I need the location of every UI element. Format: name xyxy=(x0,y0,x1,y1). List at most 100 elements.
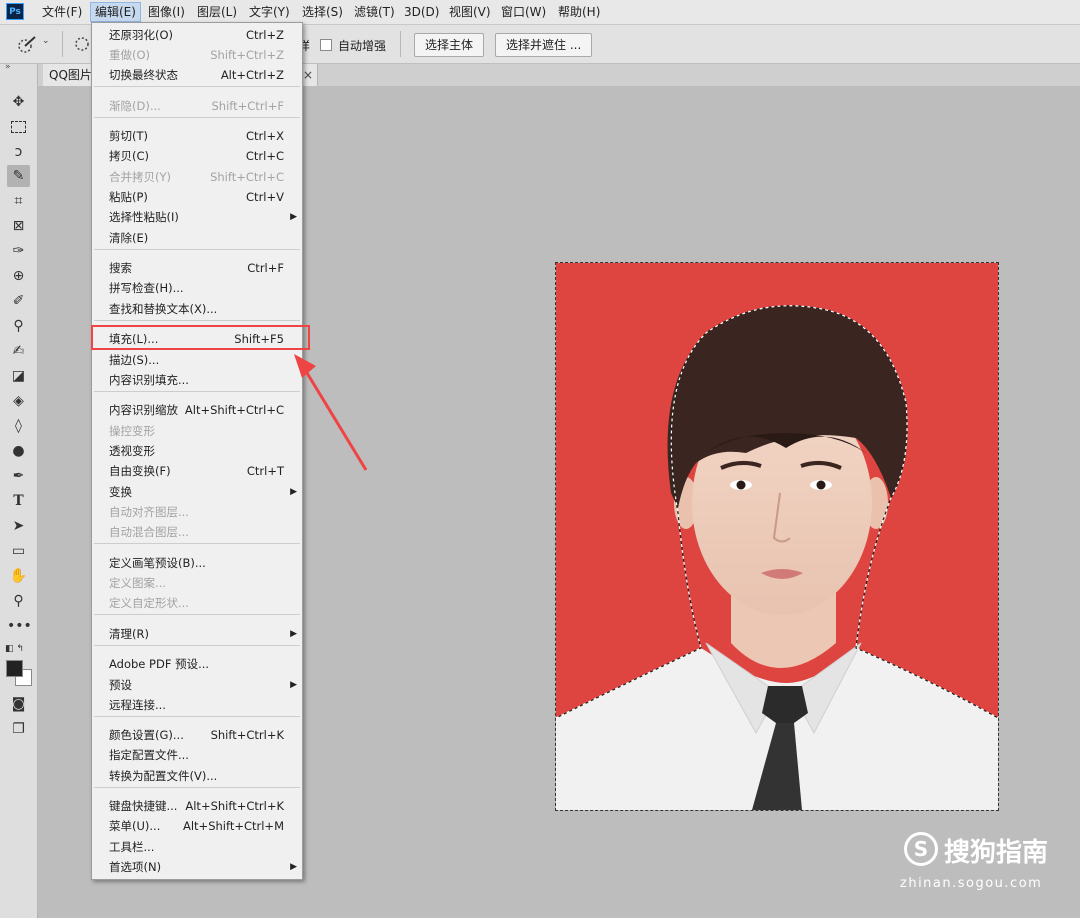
edit-menu-item[interactable]: 菜单(U)... Alt+Shift+Ctrl+M xyxy=(92,816,302,836)
more-tools-icon[interactable]: ••• xyxy=(7,615,32,637)
edit-menu-item-label: 剪切(T) xyxy=(109,129,148,143)
edit-menu-item-shortcut: Alt+Shift+Ctrl+K xyxy=(185,799,284,813)
menu-5[interactable]: 选择(S) xyxy=(298,3,347,21)
menu-separator xyxy=(94,249,300,250)
select-subject-button[interactable]: 选择主体 xyxy=(414,33,485,57)
edit-menu-item[interactable]: 定义画笔预设(B)... xyxy=(92,553,302,573)
menu-separator xyxy=(94,320,300,321)
edit-menu-item[interactable]: 拼写检查(H)... xyxy=(92,278,302,298)
edit-menu-item[interactable]: 转换为配置文件(V)... xyxy=(92,766,302,786)
rectangle-tool-icon[interactable]: ▭ xyxy=(7,540,30,562)
edit-menu-item[interactable]: 描边(S)... xyxy=(92,350,302,370)
edit-menu-item[interactable]: 预设 ▶ xyxy=(92,675,302,695)
edit-menu-item-label: 定义图案... xyxy=(109,576,166,590)
edit-menu-item[interactable]: 清除(E) xyxy=(92,228,302,248)
edit-menu-item[interactable]: 键盘快捷键... Alt+Shift+Ctrl+K xyxy=(92,796,302,816)
watermark-text: 搜狗指南 xyxy=(944,838,1049,868)
edit-menu-item-label: Adobe PDF 预设... xyxy=(109,657,210,671)
default-colors-icon[interactable]: ◧ ↰ xyxy=(5,644,24,654)
edit-menu-item-shortcut: Ctrl+T xyxy=(246,464,284,478)
edit-menu-item[interactable]: 查找和替换文本(X)... xyxy=(92,299,302,319)
edit-menu-item[interactable]: 工具栏... xyxy=(92,837,302,857)
edit-menu-item[interactable]: 剪切(T) Ctrl+X xyxy=(92,126,302,146)
menu-0[interactable]: 文件(F) xyxy=(38,3,86,21)
select-and-mask-button[interactable]: 选择并遮住 ... xyxy=(495,33,593,57)
edit-menu-item[interactable]: 远程连接... xyxy=(92,695,302,715)
edit-menu-item[interactable]: Adobe PDF 预设... xyxy=(92,654,302,674)
edit-menu-item[interactable]: 内容识别缩放 Alt+Shift+Ctrl+C xyxy=(92,400,302,420)
edit-menu-item-label: 自动对齐图层... xyxy=(109,505,189,519)
dodge-tool-icon[interactable]: ● xyxy=(7,440,30,462)
edit-menu-item-label: 内容识别填充... xyxy=(109,373,189,387)
watermark-url: zhinan.sogou.com xyxy=(900,876,1043,891)
edit-menu-item-label: 内容识别缩放 xyxy=(109,403,178,417)
screen-mode-icon[interactable]: ❐ xyxy=(7,718,30,740)
menu-6[interactable]: 滤镜(T) xyxy=(350,3,399,21)
menu-8[interactable]: 视图(V) xyxy=(445,3,495,21)
edit-menu-item[interactable]: 透视变形 xyxy=(92,441,302,461)
menu-9[interactable]: 窗口(W) xyxy=(497,3,550,21)
type-tool-icon[interactable]: T xyxy=(7,490,30,512)
edit-menu-item[interactable]: 拷贝(C) Ctrl+C xyxy=(92,146,302,166)
sogou-watermark: S 搜狗指南 zhinan.sogou.com xyxy=(900,830,1064,900)
blur-tool-icon[interactable]: ◊ xyxy=(7,415,30,437)
menu-10[interactable]: 帮助(H) xyxy=(554,3,604,21)
quick-mask-icon[interactable]: ◙ xyxy=(7,693,30,715)
edit-menu-item[interactable]: 搜索 Ctrl+F xyxy=(92,258,302,278)
foreground-color-swatch[interactable] xyxy=(6,660,23,677)
stamp-tool-icon[interactable]: ⚲ xyxy=(7,315,30,337)
eyedropper-tool-icon[interactable]: ✑ xyxy=(7,240,30,262)
hand-tool-icon[interactable]: ✋ xyxy=(7,565,30,587)
edit-menu-item[interactable]: 变换 ▶ xyxy=(92,482,302,502)
edit-menu-item[interactable]: 选择性粘贴(I) ▶ xyxy=(92,207,302,227)
separator xyxy=(62,31,63,57)
crop-tool-icon[interactable]: ⌗ xyxy=(7,190,30,212)
edit-menu-item-shortcut: Alt+Ctrl+Z xyxy=(220,68,284,82)
brush-size-icon[interactable] xyxy=(72,34,92,54)
edit-menu-item[interactable]: 颜色设置(G)... Shift+Ctrl+K xyxy=(92,725,302,745)
path-selection-tool-icon[interactable]: ➤ xyxy=(7,515,30,537)
menu-7[interactable]: 3D(D) xyxy=(400,3,443,21)
edit-menu-item[interactable]: 切换最终状态 Alt+Ctrl+Z xyxy=(92,65,302,85)
edit-menu-item-shortcut: Ctrl+C xyxy=(245,149,284,163)
edit-menu-item[interactable]: 指定配置文件... xyxy=(92,745,302,765)
edit-menu-item[interactable]: 首选项(N) ▶ xyxy=(92,857,302,877)
collapse-toolbox-icon[interactable]: » xyxy=(5,62,11,72)
chevron-down-icon[interactable]: ⌄ xyxy=(42,36,50,46)
edit-menu-item-shortcut: Alt+Shift+Ctrl+M xyxy=(182,819,284,833)
eraser-tool-icon[interactable]: ◪ xyxy=(7,365,30,387)
move-tool-icon[interactable]: ✥ xyxy=(7,91,30,113)
brush-tool-icon[interactable]: ✐ xyxy=(7,290,30,312)
submenu-arrow-icon: ▶ xyxy=(290,862,297,872)
edit-menu-item-label: 转换为配置文件(V)... xyxy=(109,769,218,783)
edit-menu-item[interactable]: 粘贴(P) Ctrl+V xyxy=(92,187,302,207)
edit-menu-item-label: 定义自定形状... xyxy=(109,596,189,610)
healing-brush-tool-icon[interactable]: ⊕ xyxy=(7,265,30,287)
marquee-tool-icon[interactable] xyxy=(7,116,30,138)
menu-1[interactable]: 编辑(E) xyxy=(90,2,141,22)
submenu-arrow-icon: ▶ xyxy=(290,629,297,639)
edit-menu-item-label: 查找和替换文本(X)... xyxy=(109,302,218,316)
edit-menu-item-shortcut: Ctrl+Z xyxy=(246,28,284,42)
edit-menu-item[interactable]: 内容识别填充... xyxy=(92,370,302,390)
edit-menu-item-label: 颜色设置(G)... xyxy=(109,728,184,742)
menu-4[interactable]: 文字(Y) xyxy=(245,3,294,21)
submenu-arrow-icon: ▶ xyxy=(290,680,297,690)
close-icon[interactable]: × xyxy=(301,64,315,86)
zoom-tool-icon[interactable]: ⚲ xyxy=(7,590,30,612)
edit-menu-item[interactable]: 还原羽化(O) Ctrl+Z xyxy=(92,25,302,45)
pen-tool-icon[interactable]: ✒ xyxy=(7,465,30,487)
frame-tool-icon[interactable]: ⊠ xyxy=(7,215,30,237)
menu-2[interactable]: 图像(I) xyxy=(144,3,189,21)
quick-select-tool-icon[interactable] xyxy=(16,34,38,54)
paint-bucket-tool-icon[interactable]: ◈ xyxy=(7,390,30,412)
auto-enhance-checkbox[interactable] xyxy=(320,39,332,51)
edit-menu-item[interactable]: 清理(R) ▶ xyxy=(92,624,302,644)
edit-menu-item-label: 远程连接... xyxy=(109,698,166,712)
history-brush-tool-icon[interactable]: ✍ xyxy=(7,340,30,362)
lasso-tool-icon[interactable]: ↄ xyxy=(7,141,30,163)
canvas-photo[interactable] xyxy=(555,262,999,811)
edit-menu-item[interactable]: 自由变换(F) Ctrl+T xyxy=(92,461,302,481)
quick-selection-tool-icon[interactable]: ✎ xyxy=(7,165,30,187)
menu-3[interactable]: 图层(L) xyxy=(193,3,241,21)
